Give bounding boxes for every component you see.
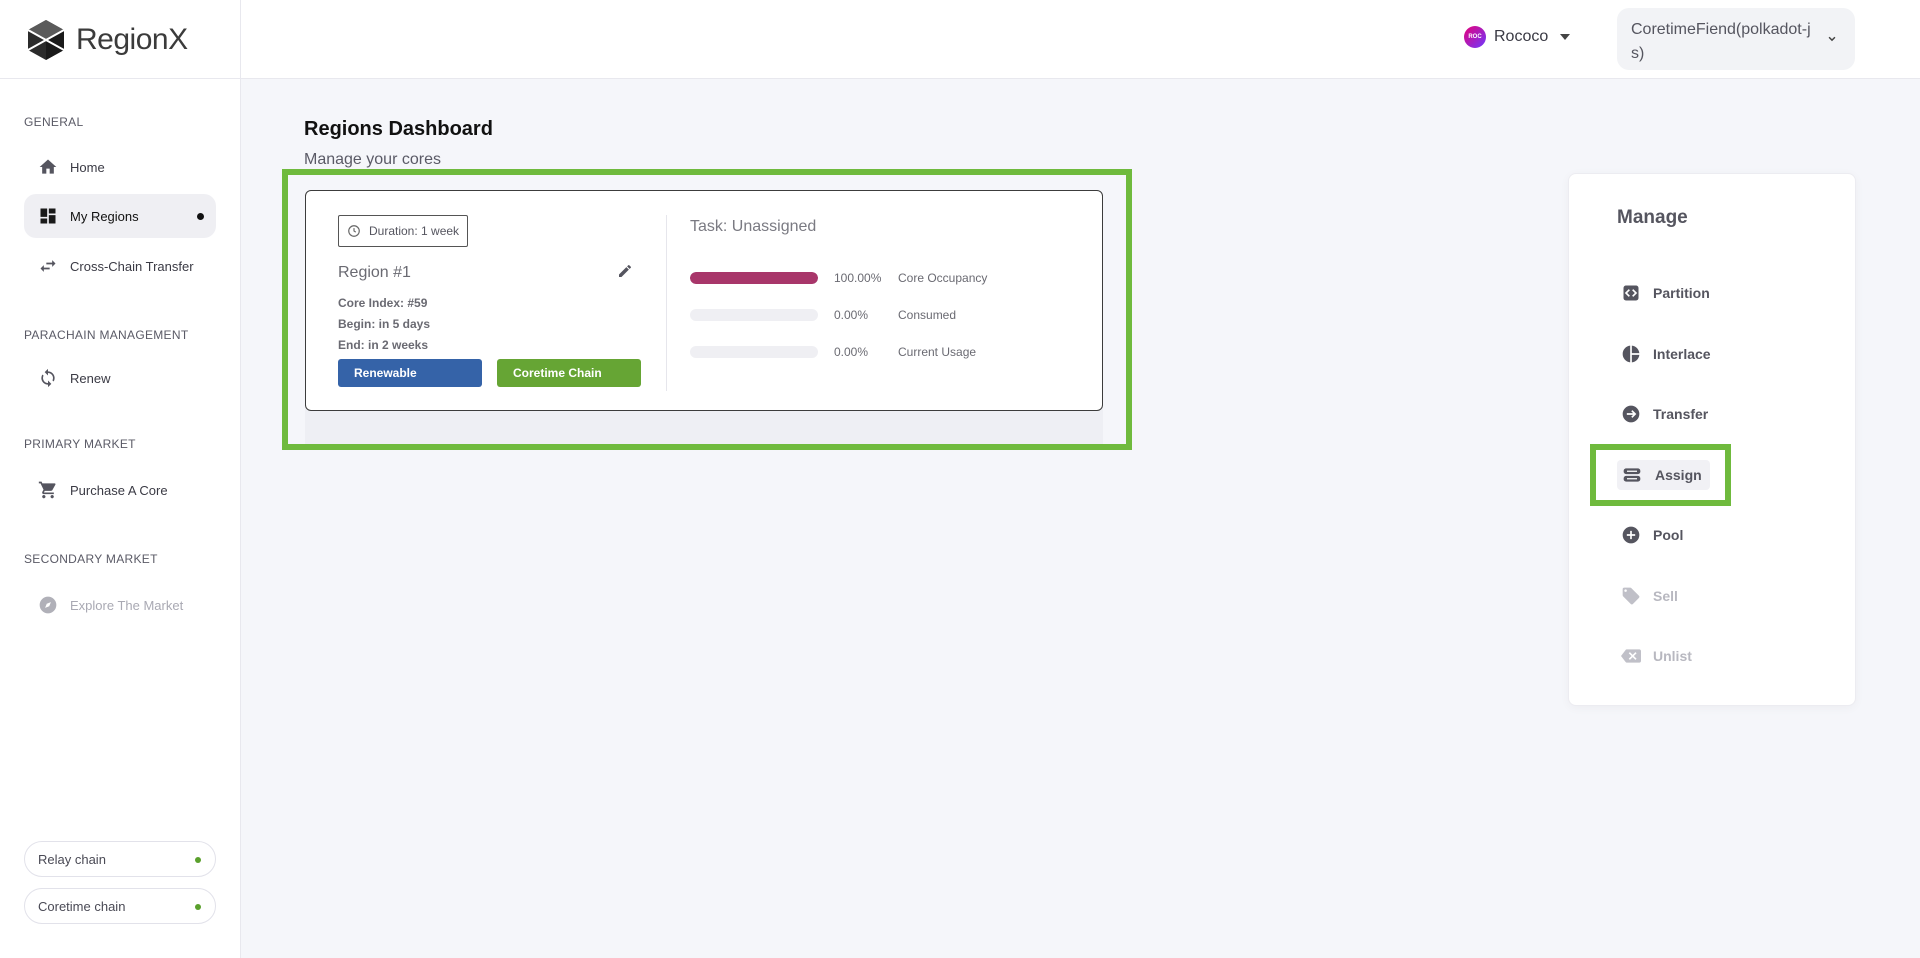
status-dot xyxy=(195,857,201,863)
sidebar-item-label: Purchase A Core xyxy=(70,482,168,498)
status-dot xyxy=(195,904,201,910)
arrow-right-icon xyxy=(1622,405,1640,423)
network-selector[interactable]: ROC Rococo xyxy=(1464,26,1571,48)
manage-transfer-button[interactable]: Transfer xyxy=(1621,399,1708,429)
manage-item-label: Interlace xyxy=(1653,346,1711,362)
sidebar-item-label: Home xyxy=(70,159,105,175)
pie-icon xyxy=(1622,345,1640,363)
section-title-parachain-management: PARACHAIN MANAGEMENT xyxy=(24,328,189,342)
section-title-general: GENERAL xyxy=(24,115,84,129)
backspace-icon xyxy=(1621,649,1641,663)
chain-label: Relay chain xyxy=(38,851,106,867)
page-subtitle: Manage your cores xyxy=(304,151,441,168)
partition-icon xyxy=(1623,285,1639,301)
home-icon xyxy=(38,157,58,177)
sidebar-item-my-regions[interactable]: My Regions xyxy=(24,194,216,238)
manage-item-label: Sell xyxy=(1653,588,1678,604)
manage-panel: Manage Partition Interlace Transfer Assi… xyxy=(1568,173,1856,706)
sidebar-item-purchase-a-core[interactable]: Purchase A Core xyxy=(24,468,216,512)
renew-icon xyxy=(38,368,58,388)
logo[interactable]: RegionX xyxy=(24,18,188,62)
network-label: Rococo xyxy=(1494,28,1549,45)
section-title-primary-market: PRIMARY MARKET xyxy=(24,437,136,451)
sidebar-item-label: Renew xyxy=(70,370,111,386)
manage-title: Manage xyxy=(1617,207,1688,228)
manage-item-label: Transfer xyxy=(1653,406,1709,422)
assign-highlight xyxy=(1590,444,1731,506)
swap-icon xyxy=(38,256,58,276)
cart-icon xyxy=(38,480,58,500)
section-title-secondary-market: SECONDARY MARKET xyxy=(24,552,158,566)
manage-item-label: Pool xyxy=(1653,527,1684,543)
sidebar: RegionX GENERAL Home My Regions Cross-Ch… xyxy=(0,0,241,958)
sidebar-divider xyxy=(0,78,241,79)
sidebar-item-cross-chain-transfer[interactable]: Cross-Chain Transfer xyxy=(24,244,216,288)
sidebar-item-label: Cross-Chain Transfer xyxy=(70,258,194,274)
manage-unlist-button[interactable]: Unlist xyxy=(1621,641,1692,671)
page-title: Regions Dashboard xyxy=(304,118,493,140)
manage-sell-button[interactable]: Sell xyxy=(1621,581,1678,611)
plus-circle-icon xyxy=(1622,526,1640,544)
rococo-network-icon: ROC xyxy=(1464,26,1486,48)
compass-icon xyxy=(38,595,58,615)
tag-icon xyxy=(1622,587,1640,605)
manage-item-label: Unlist xyxy=(1653,648,1692,664)
sidebar-item-label: My Regions xyxy=(70,208,139,224)
relay-chain-status[interactable]: Relay chain xyxy=(24,841,216,877)
region-card-highlight xyxy=(282,169,1132,450)
sidebar-item-label: Explore The Market xyxy=(70,597,184,613)
manage-pool-button[interactable]: Pool xyxy=(1621,520,1683,550)
sidebar-item-home[interactable]: Home xyxy=(24,145,216,189)
sidebar-item-renew[interactable]: Renew xyxy=(24,356,216,400)
account-label: CoretimeFiend(polkadot-js) xyxy=(1631,21,1811,62)
chain-label: Coretime chain xyxy=(38,898,126,914)
sidebar-item-explore-the-market[interactable]: Explore The Market xyxy=(24,583,216,627)
manage-interlace-button[interactable]: Interlace xyxy=(1621,339,1711,369)
manage-partition-button[interactable]: Partition xyxy=(1621,278,1710,308)
chevron-down-icon xyxy=(1828,36,1836,42)
regionx-logo-icon xyxy=(27,20,65,60)
logo-text: RegionX xyxy=(76,23,188,56)
caret-down-icon xyxy=(1560,34,1571,40)
manage-item-label: Partition xyxy=(1653,285,1710,301)
coretime-chain-status[interactable]: Coretime chain xyxy=(24,888,216,924)
active-indicator-dot xyxy=(197,213,204,220)
dashboard-icon xyxy=(38,206,58,226)
account-selector[interactable]: CoretimeFiend(polkadot-js) xyxy=(1617,8,1855,70)
